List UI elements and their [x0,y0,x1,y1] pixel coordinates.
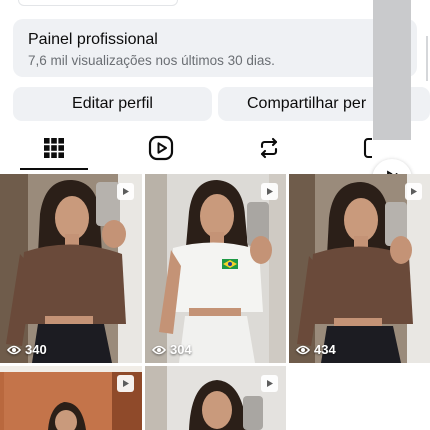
post-thumbnail[interactable]: 340 [0,174,142,363]
view-count: 304 [152,342,192,357]
eye-icon [296,345,310,354]
edit-profile-button[interactable]: Editar perfil [13,87,212,121]
profile-tabs [0,125,430,171]
reel-badge-icon [405,183,422,200]
view-count-value: 434 [314,342,336,357]
post-thumbnail[interactable]: 434 [289,174,430,363]
eye-icon [152,345,166,354]
tab-reels[interactable] [127,125,195,171]
panel-subtitle: 7,6 mil visualizações nos últimos 30 dia… [28,53,275,68]
grid-icon [44,138,64,158]
view-count: 340 [7,342,47,357]
post-thumbnail[interactable] [0,366,142,430]
tagged-icon [363,137,372,159]
professional-dashboard-card[interactable]: Painel profissional 7,6 mil visualizaçõe… [13,19,417,77]
scroll-edge [426,36,428,81]
repost-icon [260,137,278,159]
post-thumbnail[interactable] [145,366,286,430]
reels-icon [148,135,174,161]
post-photo-3 [289,174,430,363]
floating-panel-overlay [373,0,411,140]
reel-badge-icon [261,375,278,392]
tab-reposts[interactable] [235,125,303,171]
post-thumbnail[interactable]: 304 [145,174,286,363]
posts-grid: 340 304 434 [0,174,430,430]
view-count-value: 304 [170,342,192,357]
top-card-edge [18,0,178,6]
post-photo-1 [0,174,142,363]
eye-icon [7,345,21,354]
selected-tab-indicator [20,168,88,170]
post-photo-2 [145,174,286,363]
panel-title: Painel profissional [28,31,158,48]
view-count: 434 [296,342,336,357]
reel-badge-icon [261,183,278,200]
view-count-value: 340 [25,342,47,357]
reel-badge-icon [117,375,134,392]
reel-badge-icon [117,183,134,200]
tab-grid[interactable] [20,125,88,171]
